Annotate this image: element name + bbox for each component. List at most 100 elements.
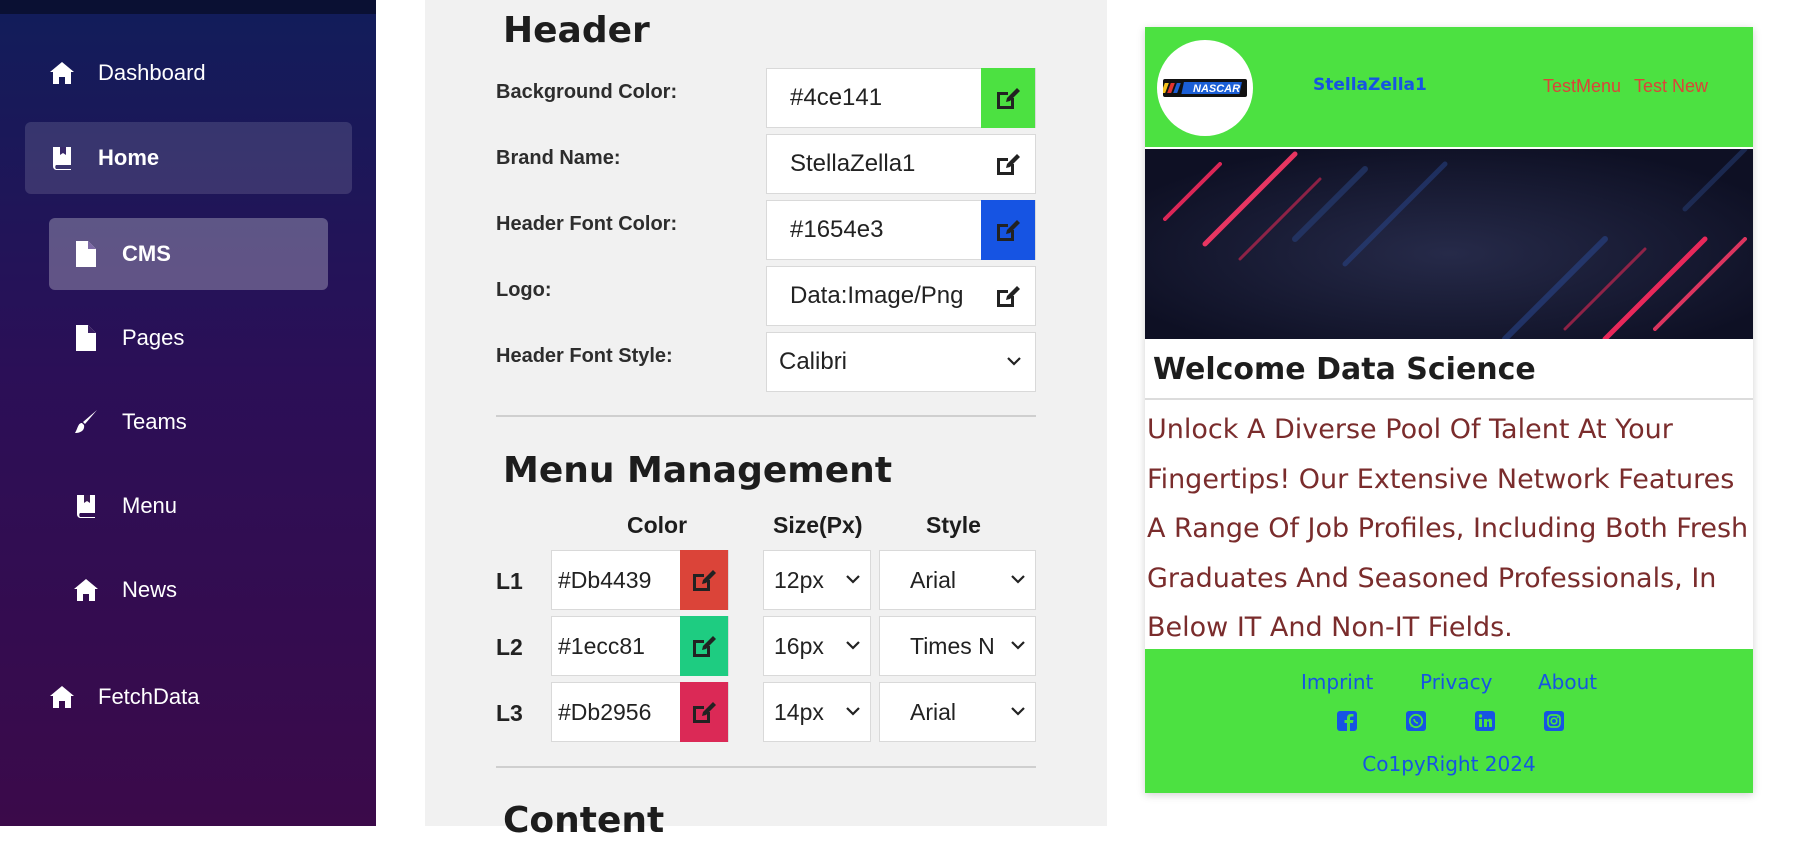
chevron-down-icon <box>1011 637 1025 655</box>
menu-row-label: L1 <box>496 568 523 594</box>
footer-link-about[interactable]: About <box>1538 670 1597 694</box>
preview-brand-name[interactable]: StellaZella1 <box>1313 75 1427 95</box>
facebook-icon[interactable] <box>1335 709 1359 733</box>
footer-link-imprint[interactable]: Imprint <box>1301 670 1373 694</box>
brush-icon <box>72 408 100 436</box>
brand-name-label: Brand Name: <box>496 147 621 169</box>
menu-row-color-field: #Db4439 <box>551 550 729 610</box>
sidebar-item-news[interactable]: News <box>72 573 177 607</box>
brand-name-field: StellaZella1 <box>766 134 1036 194</box>
sidebar-item-label: FetchData <box>98 684 200 709</box>
menu-row-style-value: Arial <box>910 698 957 725</box>
menu-row-size-select[interactable]: 16px <box>763 616 871 676</box>
file-icon <box>72 240 100 268</box>
preview-welcome-title: Welcome Data Science <box>1153 352 1536 387</box>
menu-row-color-input[interactable]: #1ecc81 <box>552 633 680 660</box>
menu-row-color-input[interactable]: #Db2956 <box>552 699 680 726</box>
edit-icon <box>693 702 716 723</box>
home-icon <box>48 59 76 87</box>
preview-banner-image <box>1145 149 1753 339</box>
header-font-color-input[interactable]: #1654e3 <box>767 216 981 244</box>
background-color-label: Background Color: <box>496 81 678 103</box>
chevron-down-icon <box>846 703 860 721</box>
sidebar-item-cms[interactable]: CMS <box>49 218 328 290</box>
edit-icon <box>997 220 1020 241</box>
preview-footer: Imprint Privacy About Co1pyRight 2024 <box>1145 649 1753 793</box>
header-font-style-label: Header Font Style: <box>496 345 673 367</box>
edit-icon <box>997 286 1020 307</box>
editor-panel: Header Background Color: #4ce141 Brand N… <box>425 0 1107 841</box>
logo-input[interactable]: Data:Image/Png <box>767 282 981 310</box>
chevron-down-icon <box>846 637 860 655</box>
menu-management-title: Menu Management <box>503 450 893 491</box>
instagram-icon[interactable] <box>1542 709 1566 733</box>
header-font-color-edit-button[interactable] <box>981 200 1035 260</box>
sidebar-item-label: Menu <box>122 493 178 518</box>
menu-row-style-value: Times N <box>910 632 995 659</box>
logo-label: Logo: <box>496 279 552 301</box>
sidebar: Dashboard Home CMS Pages Teams Menu News… <box>0 0 376 826</box>
menu-row-label: L3 <box>496 700 523 726</box>
header-section-title: Header <box>503 10 650 51</box>
edit-icon <box>997 154 1020 175</box>
sidebar-item-menu[interactable]: Menu <box>72 489 177 523</box>
sidebar-item-label: CMS <box>122 241 171 266</box>
edit-icon <box>997 88 1020 109</box>
menu-row-size-select[interactable]: 12px <box>763 550 871 610</box>
menu-row-style-select[interactable]: Arial <box>879 550 1036 610</box>
divider <box>1145 398 1753 400</box>
linkedin-icon[interactable] <box>1473 709 1497 733</box>
edit-icon <box>693 636 716 657</box>
menu-row-size-value: 12px <box>774 566 824 593</box>
menu-row-style-select[interactable]: Times N <box>879 616 1036 676</box>
background-color-field: #4ce141 <box>766 68 1036 128</box>
home-icon <box>72 576 100 604</box>
logo-field: Data:Image/Png <box>766 266 1036 326</box>
header-font-style-select[interactable]: Calibri <box>766 332 1036 392</box>
sidebar-item-dashboard[interactable]: Dashboard <box>48 56 206 90</box>
sidebar-item-label: Home <box>98 145 160 170</box>
header-font-style-value: Calibri <box>779 348 848 375</box>
menu-row-style-value: Arial <box>910 566 957 593</box>
menu-row-color-input[interactable]: #Db4439 <box>552 567 680 594</box>
header-font-color-field: #1654e3 <box>766 200 1036 260</box>
column-header-style: Style <box>926 512 981 538</box>
menu-row-size-select[interactable]: 14px <box>763 682 871 742</box>
brand-name-input[interactable]: StellaZella1 <box>767 150 981 178</box>
preview-menu-item[interactable]: Test New <box>1634 76 1708 97</box>
sidebar-topbar <box>0 0 376 14</box>
preview-menu-item[interactable]: TestMenu <box>1543 76 1621 97</box>
footer-link-privacy[interactable]: Privacy <box>1420 670 1492 694</box>
menu-row-size-value: 16px <box>774 632 824 659</box>
content-section-title: Content <box>503 800 665 841</box>
sidebar-item-label: Pages <box>122 325 185 350</box>
footer-copyright: Co1pyRight 2024 <box>1362 752 1536 776</box>
logo-edit-button[interactable] <box>981 266 1035 326</box>
sidebar-item-home[interactable]: Home <box>25 122 352 194</box>
menu-row-color-edit-button[interactable] <box>680 616 728 676</box>
brand-logo: NASCAR <box>1157 40 1253 136</box>
chevron-down-icon <box>1011 703 1025 721</box>
chevron-down-icon <box>846 571 860 589</box>
column-header-color: Color <box>627 512 688 538</box>
whatsapp-icon[interactable] <box>1404 709 1428 733</box>
site-preview: NASCAR StellaZella1 TestMenu Test New We… <box>1145 27 1753 793</box>
preview-body-text: Unlock A Diverse Pool Of Talent At Your … <box>1147 414 1749 643</box>
menu-row-color-edit-button[interactable] <box>680 550 728 610</box>
background-color-edit-button[interactable] <box>981 68 1035 128</box>
home-icon <box>48 683 76 711</box>
sidebar-item-label: Teams <box>122 409 187 434</box>
menu-row-label: L2 <box>496 634 523 660</box>
sidebar-item-pages[interactable]: Pages <box>72 321 184 355</box>
sidebar-item-fetchdata[interactable]: FetchData <box>48 680 200 714</box>
menu-row-color-edit-button[interactable] <box>680 682 728 742</box>
chevron-down-icon <box>1007 353 1021 371</box>
background-color-input[interactable]: #4ce141 <box>767 84 981 112</box>
chevron-down-icon <box>1011 571 1025 589</box>
sidebar-item-teams[interactable]: Teams <box>72 405 187 439</box>
brand-name-edit-button[interactable] <box>981 134 1035 194</box>
file-icon <box>72 324 100 352</box>
menu-row-style-select[interactable]: Arial <box>879 682 1036 742</box>
book-icon <box>72 492 100 520</box>
svg-text:NASCAR: NASCAR <box>1193 83 1240 95</box>
